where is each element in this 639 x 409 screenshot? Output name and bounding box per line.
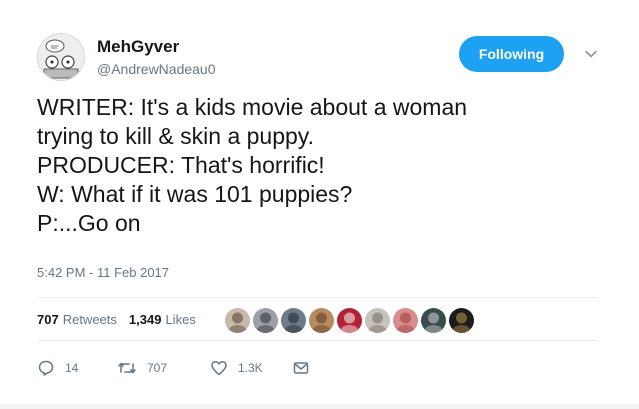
envelope-icon <box>293 362 309 374</box>
liker-avatar[interactable] <box>449 308 474 333</box>
tweet-line: WRITER: It's a kids movie about a woman <box>37 94 468 120</box>
retweets-label: Retweets <box>62 312 117 327</box>
tweet-line: P:...Go on <box>37 210 141 236</box>
liker-avatar[interactable] <box>253 308 278 333</box>
tweet-line: PRODUCER: That's horrific! <box>37 152 325 178</box>
likes-label: Likes <box>165 312 196 327</box>
like-count: 1.3K <box>238 361 263 375</box>
tweet-timestamp[interactable]: 5:42 PM - 11 Feb 2017 <box>37 265 169 280</box>
retweet-count: 707 <box>147 361 168 375</box>
likes-stat[interactable]: 1,349 Likes <box>129 312 196 327</box>
liker-avatar[interactable] <box>281 308 306 333</box>
avatar[interactable] <box>37 33 85 81</box>
likes-count: 1,349 <box>128 312 162 327</box>
heart-icon <box>211 361 227 376</box>
tweet-card: MehGyver @AndrewNadeau0 Following WRITER… <box>0 0 639 409</box>
liker-avatar[interactable] <box>225 308 250 333</box>
chevron-down-icon[interactable] <box>583 46 599 62</box>
bottom-border <box>0 404 639 409</box>
divider <box>37 297 598 298</box>
tweet-line: W: What if it was 101 puppies? <box>37 181 353 207</box>
liker-avatar[interactable] <box>309 308 334 333</box>
liker-avatar[interactable] <box>421 308 446 333</box>
likers-avatars <box>225 308 474 333</box>
retweet-icon <box>118 362 136 374</box>
display-name[interactable]: MehGyver <box>97 37 179 57</box>
reply-count: 14 <box>65 361 79 375</box>
user-handle[interactable]: @AndrewNadeau0 <box>97 61 216 77</box>
direct-message-button[interactable] <box>292 359 310 377</box>
liker-avatar[interactable] <box>337 308 362 333</box>
divider <box>37 340 598 341</box>
tweet-stats: 707 Retweets 1,349 Likes <box>37 312 208 327</box>
tweet-actions: 14 707 1.3K <box>37 359 310 377</box>
retweets-stat[interactable]: 707 Retweets <box>37 312 117 327</box>
like-button[interactable]: 1.3K <box>210 359 292 377</box>
tweet-text: WRITER: It's a kids movie about a woman … <box>37 93 597 238</box>
retweet-button[interactable]: 707 <box>117 359 210 377</box>
avatar-image <box>38 34 84 80</box>
tweet-line: trying to kill & skin a puppy. <box>37 123 314 149</box>
reply-icon <box>38 360 54 376</box>
reply-button[interactable]: 14 <box>37 359 117 377</box>
liker-avatar[interactable] <box>393 308 418 333</box>
liker-avatar[interactable] <box>365 308 390 333</box>
retweets-count: 707 <box>37 312 59 327</box>
following-button[interactable]: Following <box>459 36 564 72</box>
